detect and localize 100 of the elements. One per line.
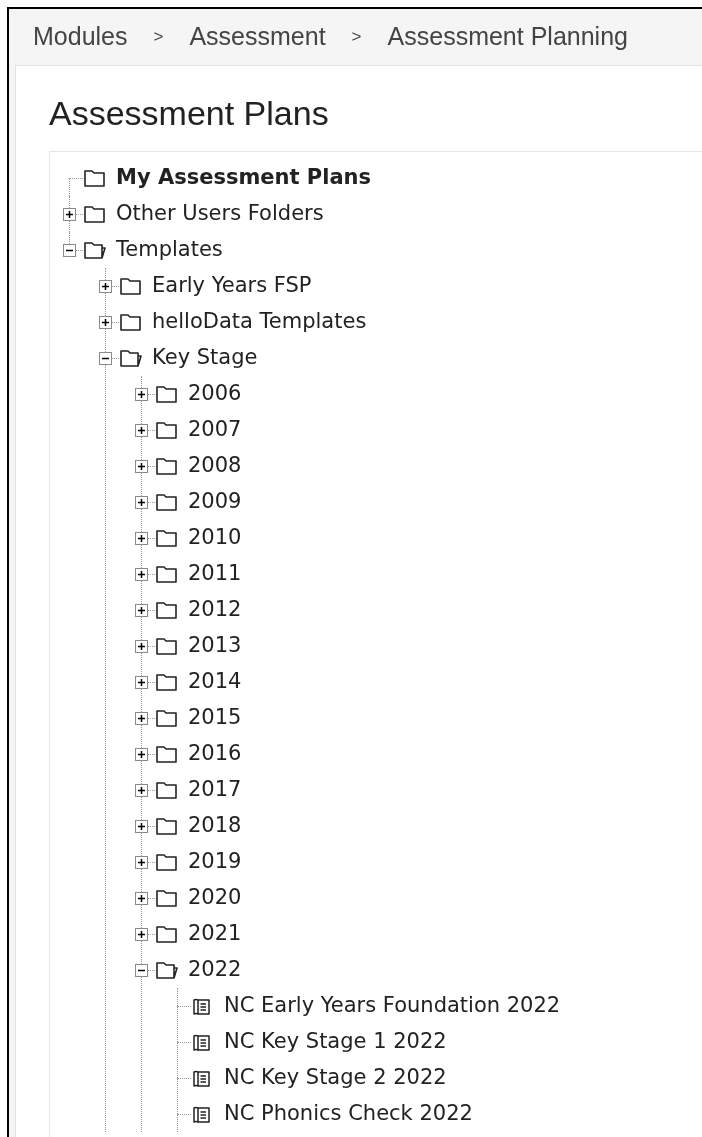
plus-icon: [137, 677, 146, 687]
open-folder-icon: [84, 240, 108, 260]
tree-item-label[interactable]: Templates: [116, 234, 223, 266]
folder-icon: [156, 672, 177, 692]
tree-item-label[interactable]: 2016: [188, 738, 242, 770]
plus-icon: [137, 821, 146, 831]
folder-icon: [156, 456, 177, 476]
tree-item-label[interactable]: Key Stage: [152, 342, 258, 374]
expand-button[interactable]: [135, 855, 148, 869]
folder-icon: [156, 600, 177, 620]
tree-item-label[interactable]: NC Early Years Foundation 2022: [224, 990, 561, 1022]
expand-button[interactable]: [135, 423, 148, 437]
expand-button[interactable]: [135, 927, 148, 941]
open-folder-icon: [156, 960, 180, 980]
tree-item-label[interactable]: 2021: [188, 918, 242, 950]
folder-icon: [156, 708, 177, 728]
folder-icon: [156, 816, 177, 836]
plus-icon: [137, 929, 146, 939]
expand-button[interactable]: [135, 567, 148, 581]
tree-item-label[interactable]: 2013: [188, 630, 242, 662]
plus-icon: [101, 281, 110, 291]
plus-icon: [101, 317, 110, 327]
tree-item-label[interactable]: 2014: [188, 666, 242, 698]
expand-button[interactable]: [135, 603, 148, 617]
expand-button[interactable]: [135, 495, 148, 509]
folder-icon: [84, 168, 105, 188]
tree-item-label[interactable]: 2007: [188, 414, 242, 446]
plus-icon: [65, 209, 74, 219]
document-icon: [192, 996, 211, 1016]
plus-icon: [137, 893, 146, 903]
folder-icon: [156, 420, 177, 440]
plus-icon: [137, 857, 146, 867]
folder-icon: [156, 852, 177, 872]
document-icon: [192, 1032, 211, 1052]
collapse-button[interactable]: [99, 351, 112, 365]
plus-icon: [137, 389, 146, 399]
tree-item-label[interactable]: 2012: [188, 594, 242, 626]
folder-icon: [156, 888, 177, 908]
tree-item-label[interactable]: 2020: [188, 882, 242, 914]
tree-item-label[interactable]: 2008: [188, 450, 242, 482]
breadcrumb-link[interactable]: Assessment Planning: [387, 18, 628, 56]
folder-icon: [156, 780, 177, 800]
folder-icon: [84, 204, 105, 224]
tree-item-label[interactable]: 2006: [188, 378, 242, 410]
tree-item-label[interactable]: 2009: [188, 486, 242, 518]
expand-button[interactable]: [135, 675, 148, 689]
tree-item-label[interactable]: helloData Templates: [152, 306, 367, 338]
expand-button[interactable]: [63, 207, 76, 221]
breadcrumb-separator: >: [350, 26, 363, 49]
breadcrumb-link[interactable]: Assessment: [189, 18, 326, 56]
tree-item-label[interactable]: 2017: [188, 774, 242, 806]
page-title: Assessment Plans: [49, 96, 330, 130]
expand-button[interactable]: [135, 531, 148, 545]
plus-icon: [137, 569, 146, 579]
expand-button[interactable]: [135, 783, 148, 797]
folder-icon: [156, 564, 177, 584]
breadcrumb-link[interactable]: Modules: [33, 18, 128, 56]
expand-button[interactable]: [135, 387, 148, 401]
document-icon: [192, 1068, 211, 1088]
folder-icon: [156, 744, 177, 764]
folder-icon: [120, 276, 141, 296]
expand-button[interactable]: [135, 639, 148, 653]
tree-item-label[interactable]: Other Users Folders: [116, 198, 324, 230]
tree-item-label[interactable]: 2015: [188, 702, 242, 734]
expand-button[interactable]: [99, 279, 112, 293]
folder-icon: [156, 492, 177, 512]
plus-icon: [137, 425, 146, 435]
plus-icon: [137, 713, 146, 723]
collapse-button[interactable]: [63, 243, 76, 257]
tree-item-label[interactable]: My Assessment Plans: [116, 162, 372, 194]
plus-icon: [137, 533, 146, 543]
tree-item-label[interactable]: 2010: [188, 522, 242, 554]
plus-icon: [137, 749, 146, 759]
open-folder-icon: [120, 348, 144, 368]
tree-item-label[interactable]: Early Years FSP: [152, 270, 312, 302]
collapse-button[interactable]: [135, 963, 148, 977]
expand-button[interactable]: [135, 747, 148, 761]
folder-icon: [156, 528, 177, 548]
plus-icon: [137, 641, 146, 651]
document-icon: [192, 1104, 211, 1124]
plus-icon: [137, 497, 146, 507]
tree-item-label[interactable]: NC Key Stage 1 2022: [224, 1026, 447, 1058]
tree-item-label[interactable]: 2019: [188, 846, 242, 878]
tree-item-label[interactable]: 2022: [188, 954, 242, 986]
folder-icon: [120, 312, 141, 332]
breadcrumb-separator: >: [152, 26, 165, 49]
expand-button[interactable]: [135, 819, 148, 833]
tree-item-label[interactable]: 2018: [188, 810, 242, 842]
plus-icon: [137, 605, 146, 615]
tree-item-label[interactable]: NC Phonics Check 2022: [224, 1098, 473, 1130]
tree-item-label[interactable]: NC Key Stage 2 2022: [224, 1062, 447, 1094]
expand-button[interactable]: [99, 315, 112, 329]
folder-icon: [156, 384, 177, 404]
expand-button[interactable]: [135, 711, 148, 725]
folder-icon: [156, 924, 177, 944]
plus-icon: [137, 785, 146, 795]
tree-item-label[interactable]: 2011: [188, 558, 242, 590]
folder-icon: [156, 636, 177, 656]
expand-button[interactable]: [135, 459, 148, 473]
expand-button[interactable]: [135, 891, 148, 905]
